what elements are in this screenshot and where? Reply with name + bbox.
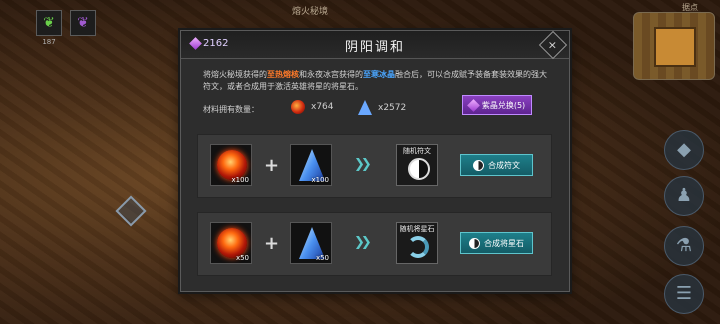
yin-yang-modal: 2162 阴阳调和 × 将熔火秘境获得的至热熔核和永夜冰宫获得的至寒冰晶融合后，… [180,30,570,292]
recipe-rune: x100 + x100 ❯❯ 随机符文 合成符文 [197,134,552,198]
owned-label: 材料拥有数量： [203,105,259,114]
craft-rune-button[interactable]: 合成符文 [460,154,533,176]
amethyst-exchange-button[interactable]: 紫晶兑换(5) [462,95,532,115]
ice-crystal-highlight: 至寒冰晶 [363,70,395,79]
purple-feather-item[interactable]: ❦ [70,10,96,36]
quantity: x50 [235,254,249,262]
menu-icon: ☰ [675,283,693,304]
modal-header: 2162 阴阳调和 × [181,30,569,60]
plus-sign: + [264,155,280,176]
result-label: 随机将星石 [399,225,435,233]
craft-rune-label: 合成符文 [488,160,520,170]
owned-crystal: x2572 [358,100,406,115]
purple-feather-icon: ❦ [77,15,89,31]
recipe-star-stone: x50 + x50 ❯❯ 随机将星石 合成将星石 [197,212,552,276]
quantity: x100 [311,176,329,184]
owned-ember-count: x764 [311,102,334,112]
green-feather-icon: ❦ [43,15,55,31]
craft-star-stone-label: 合成将星石 [484,238,524,248]
plus-sign: + [264,233,280,254]
arrow-icon: ❯❯ [354,235,372,250]
exchange-label: 紫晶兑换(5) [481,100,526,110]
random-rune-result[interactable]: 随机符文 [396,144,438,186]
close-icon: × [548,38,558,52]
quantity: x50 [315,254,329,262]
owned-crystal-count: x2572 [378,102,407,113]
random-star-stone-result[interactable]: 随机将星石 [396,222,438,264]
result-label: 随机符文 [403,147,431,155]
ember-core-icon [291,100,305,114]
ember-core-slot[interactable]: x100 [210,144,252,186]
minimap[interactable] [633,12,715,80]
quantity: x100 [231,176,249,184]
amethyst-icon [466,98,480,112]
potion-icon: ⚗ [675,235,693,256]
ember-core-highlight: 至热熔核 [267,70,299,79]
yin-yang-icon [473,159,484,171]
ice-crystal-icon [358,100,372,115]
desc-part: 将熔火秘境获得的 [203,70,267,79]
description-text: 将熔火秘境获得的至热熔核和永夜冰宫获得的至寒冰晶融合后，可以合成赋予装备套装效果… [203,69,553,93]
side-diamond-button[interactable]: ◆ [664,130,704,170]
ice-crystal-slot[interactable]: x100 [290,144,332,186]
green-feather-item[interactable]: ❦ [36,10,62,36]
side-menu-button[interactable]: ☰ [664,274,704,314]
ember-core-slot[interactable]: x50 [210,222,252,264]
arrow-icon: ❯❯ [354,157,372,172]
person-icon: ♟ [675,185,693,206]
item-count: 187 [42,38,56,46]
diamond-icon: ◆ [677,139,691,160]
yin-yang-icon [469,237,480,249]
ice-crystal-slot[interactable]: x50 [290,222,332,264]
yin-yang-icon [408,158,430,180]
side-hero-button[interactable]: ♟ [664,176,704,216]
owned-ember: x764 [291,100,334,114]
desc-part: 和永夜冰宫获得的 [299,70,363,79]
side-potion-button[interactable]: ⚗ [664,226,704,266]
swirl-icon [407,236,429,258]
craft-star-stone-button[interactable]: 合成将星石 [460,232,533,254]
modal-title: 阴阳调和 [344,40,405,55]
